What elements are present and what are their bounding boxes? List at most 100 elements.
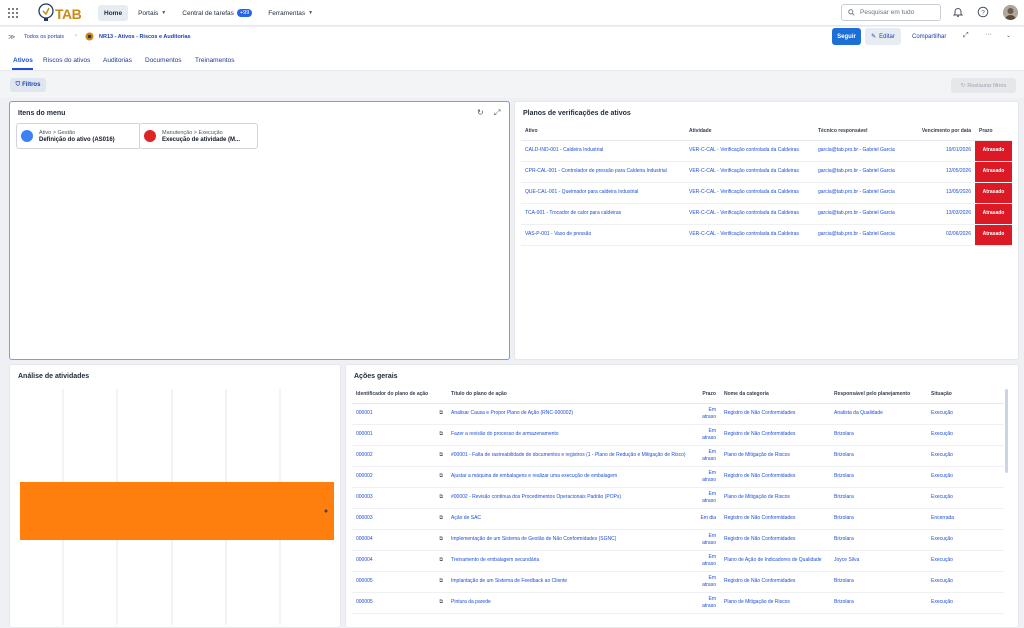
help-icon[interactable]: ? [977,6,989,18]
action-title-link[interactable]: Implementação de um Sistema de Gestão de… [447,529,690,551]
activity-link[interactable]: VER-C-CAL - Verificação controlada da Ca… [685,224,814,246]
filters-button[interactable]: ⛉ Filtros [10,78,46,92]
activity-link[interactable]: VER-C-CAL - Verificação controlada da Ca… [685,161,814,183]
breadcrumb-root[interactable]: Todos os portais [24,34,64,40]
open-external-icon[interactable]: ⧉ [439,515,443,521]
activity-link[interactable]: VER-C-CAL - Verificação controlada da Ca… [685,182,814,204]
action-title-link[interactable]: #00002 - Revisão contínua dos Procedimen… [447,487,690,509]
situation-link[interactable]: Execução [927,529,1004,551]
responsible-link[interactable]: Analista da Qualidade [830,403,927,425]
responsible-link[interactable]: Brizolara [830,424,927,446]
bell-icon[interactable] [952,6,964,18]
plan-id-link[interactable]: 000003 [356,494,373,500]
asset-link[interactable]: CPR-CAL-001 - Controlador de pressão par… [521,161,685,183]
asset-link[interactable]: VAS-P-001 - Vaso de pressão [521,224,685,246]
expand-arrows-icon[interactable]: ⤢ [494,108,500,118]
table-row[interactable]: 000003 ⧉ #00002 - Revisão contínua dos Pro… [352,487,1004,509]
restore-filters-button[interactable]: ↻ Restaurar filtros [951,78,1016,93]
column-header[interactable]: Responsável pelo planejamento [830,386,927,404]
nav-ferramentas[interactable]: Ferramentas ▼ [262,5,319,21]
technician-link[interactable]: garcia@tab.pro.br - Gabriel Garcia [814,182,910,204]
plan-id-link[interactable]: 000001 [356,410,373,416]
responsible-link[interactable]: Brizolara [830,445,927,467]
plan-id-link[interactable]: 000002 [356,452,373,458]
column-header[interactable]: Título do plano de ação [447,386,690,404]
open-external-icon[interactable]: ⧉ [439,431,443,437]
global-search-input[interactable]: Pesquisar em tudo [841,4,941,21]
column-header[interactable]: Situação [927,386,1004,404]
responsible-link[interactable]: Brizolara [830,571,927,593]
table-row[interactable]: CPR-CAL-001 - Controlador de pressão par… [521,161,1012,183]
responsible-link[interactable]: Brizolara [830,487,927,509]
column-header[interactable]: Prazo [975,123,1012,141]
column-header[interactable]: Atividade [685,123,814,141]
category-link[interactable]: Plano de Mitigação de Riscos [720,445,830,467]
technician-link[interactable]: garcia@tab.pro.br - Gabriel Garcia [814,140,910,162]
situation-link[interactable]: Execução [927,487,1004,509]
action-title-link[interactable]: Treinamento de embalagem secundária [447,550,690,572]
activity-link[interactable]: VER-C-CAL - Verificação controlada da Ca… [685,140,814,162]
situation-link[interactable]: Execução [927,424,1004,446]
table-row[interactable]: 000005 ⧉ Implantação de um Sistema de Feed… [352,571,1004,593]
situation-link[interactable]: Execução [927,445,1004,467]
action-title-link[interactable]: #00001 - Falta de rastreabilidade de doc… [447,445,690,467]
tab-riscos[interactable]: Riscos do ativos [43,57,90,64]
category-link[interactable]: Plano de Ação de Indicadores de Qualidad… [720,550,830,572]
follow-button[interactable]: Seguir [832,28,861,45]
menu-item-card[interactable]: Manutenção > Execução Execução de ativid… [139,123,258,149]
table-row[interactable]: 000002 ⧉ Ajustar a máquina de embalagens e… [352,466,1004,488]
share-button[interactable]: Compartilhar [912,28,946,45]
tab-auditorias[interactable]: Auditorias [103,57,132,64]
technician-link[interactable]: garcia@tab.pro.br - Gabriel Garcia [814,161,910,183]
open-external-icon[interactable]: ⧉ [439,599,443,605]
more-options-icon[interactable]: ··· [985,31,992,38]
table-row[interactable]: VAS-P-001 - Vaso de pressão VER-C-CAL - V… [521,224,1012,246]
situation-link[interactable]: Execução [927,550,1004,572]
category-link[interactable]: Registro de Não Conformidades [720,466,830,488]
menu-item-card[interactable]: Ativo > Gestão Definição do ativo (AS016… [16,123,141,149]
column-header[interactable]: Prazo [690,386,720,404]
open-external-icon[interactable]: ⧉ [439,473,443,479]
category-link[interactable]: Registro de Não Conformidades [720,529,830,551]
column-header[interactable]: Técnico responsável [814,123,910,141]
table-row[interactable]: 000004 ⧉ Implementação de um Sistema de Ge… [352,529,1004,551]
nav-central-tarefas[interactable]: Central de tarefas +99 [176,5,258,21]
asset-link[interactable]: TCA-001 - Trocador de calor para caldeir… [521,203,685,225]
table-row[interactable]: TCA-001 - Trocador de calor para caldeir… [521,203,1012,225]
action-title-link[interactable]: Implantação de um Sistema de Feedback ao… [447,571,690,593]
activity-link[interactable]: VER-C-CAL - Verificação controlada da Ca… [685,203,814,225]
edit-button[interactable]: ✎ Editar [865,28,901,45]
plan-id-link[interactable]: 000004 [356,536,373,542]
category-link[interactable]: Registro de Não Conformidades [720,508,830,530]
plan-id-link[interactable]: 000005 [356,599,373,605]
category-link[interactable]: Plano de Mitigação de Riscos [720,592,830,614]
asset-link[interactable]: QUE-CAL-001 - Queimador para caldeira In… [521,182,685,204]
expand-arrows-icon[interactable]: ⤢ [963,32,969,40]
plan-id-link[interactable]: 000004 [356,557,373,563]
column-header[interactable]: Identificador do plano de ação [352,386,447,404]
table-row[interactable]: CALD-IND-001 - Caldeira Industrial VER-C-… [521,140,1012,162]
nav-home[interactable]: Home [98,5,129,21]
plan-id-link[interactable]: 000005 [356,578,373,584]
action-title-link[interactable]: Ajustar a máquina de embalagens e realiz… [447,466,690,488]
responsible-link[interactable]: Brizolara [830,529,927,551]
tab-treinamentos[interactable]: Treinamentos [195,57,235,64]
technician-link[interactable]: garcia@tab.pro.br - Gabriel Garcia [814,224,910,246]
table-row[interactable]: 000002 ⧉ #00001 - Falta de rastreabilidade… [352,445,1004,467]
category-link[interactable]: Registro de Não Conformidades [720,424,830,446]
table-row[interactable]: 000001 ⧉ Fazer a revisão do processo de ar… [352,424,1004,446]
chevron-down-icon[interactable]: ⌄ [1006,32,1011,39]
action-title-link[interactable]: Pintura da parede [447,592,690,614]
open-external-icon[interactable]: ⧉ [439,410,443,416]
chart-bar[interactable] [20,482,334,540]
column-header[interactable]: Ativo [521,123,685,141]
user-avatar[interactable] [1003,5,1018,20]
open-external-icon[interactable]: ⧉ [439,578,443,584]
responsible-link[interactable]: Brizolara [830,592,927,614]
category-link[interactable]: Registro de Não Conformidades [720,571,830,593]
open-external-icon[interactable]: ⧉ [439,557,443,563]
table-row[interactable]: 000005 ⧉ Pintura da parede Em atraso Plano d… [352,592,1004,614]
tab-ativos[interactable]: Ativos [13,57,33,64]
situation-link[interactable]: Execução [927,571,1004,593]
open-external-icon[interactable]: ⧉ [439,536,443,542]
